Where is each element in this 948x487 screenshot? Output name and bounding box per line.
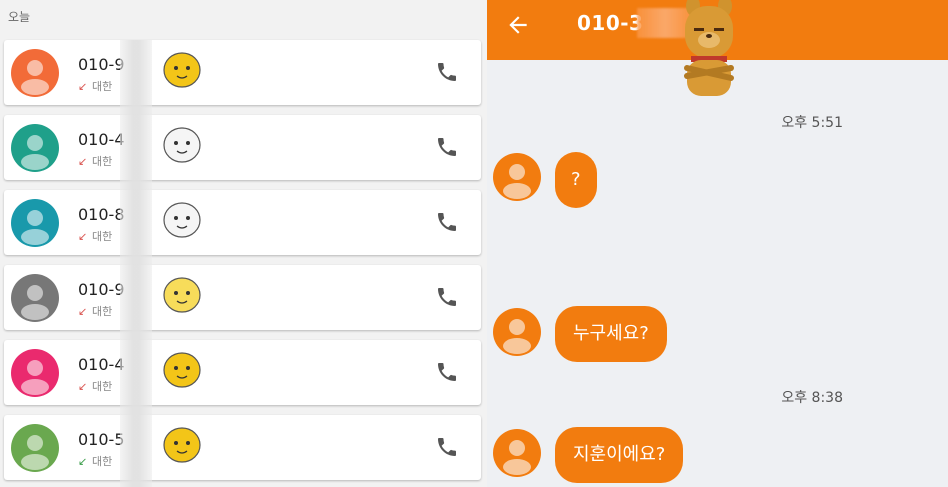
person-icon — [21, 285, 49, 320]
phone-number: 010-9 — [78, 280, 125, 299]
call-location: 대한 — [92, 455, 113, 468]
call-log-item[interactable]: 010-5 ↙ 대한 — [4, 415, 481, 480]
call-location: 대한 — [92, 80, 113, 93]
call-direction-icon: ↙ — [78, 80, 88, 93]
person-icon — [21, 135, 49, 170]
person-icon — [503, 440, 531, 475]
character-sticker — [163, 127, 201, 163]
message-bubble[interactable]: ? — [555, 152, 597, 208]
phone-number: 010-5 — [78, 430, 125, 449]
contact-avatar[interactable] — [11, 199, 59, 247]
call-location: 대한 — [92, 305, 113, 318]
section-label-today: 오늘 — [8, 10, 31, 24]
person-icon — [21, 360, 49, 395]
phone-call-icon[interactable] — [435, 435, 459, 459]
call-log-item[interactable]: 010-9 ↙ 대한 — [4, 40, 481, 105]
timestamp: 오후 5:51 — [781, 115, 843, 131]
character-sticker — [163, 202, 201, 238]
sender-avatar[interactable] — [493, 308, 541, 356]
privacy-blur — [120, 40, 152, 487]
character-sticker — [163, 427, 201, 463]
person-icon — [503, 164, 531, 199]
call-direction-icon: ↙ — [78, 380, 88, 393]
call-log-item[interactable]: 010-4 ↙ 대한 — [4, 340, 481, 405]
call-log-item[interactable]: 010-8 ↙ 대한 — [4, 190, 481, 255]
call-location: 대한 — [92, 230, 113, 243]
phone-call-icon[interactable] — [435, 60, 459, 84]
contact-avatar[interactable] — [11, 274, 59, 322]
call-meta: ↙ 대한 — [78, 303, 112, 319]
person-icon — [503, 319, 531, 354]
phone-call-icon[interactable] — [435, 285, 459, 309]
call-direction-icon: ↙ — [78, 305, 88, 318]
contact-avatar[interactable] — [11, 49, 59, 97]
call-meta: ↙ 대한 — [78, 378, 112, 394]
person-icon — [21, 435, 49, 470]
character-sticker — [163, 277, 201, 313]
call-direction-icon: ↙ — [78, 230, 88, 243]
phone-call-icon[interactable] — [435, 135, 459, 159]
call-meta: ↙ 대한 — [78, 453, 112, 469]
contact-avatar[interactable] — [11, 349, 59, 397]
message-bubble[interactable]: 지훈이에요? — [555, 427, 684, 483]
call-meta: ↙ 대한 — [78, 78, 112, 94]
phone-number: 010-4 — [78, 355, 125, 374]
phone-number: 010-4 — [78, 130, 125, 149]
message-bubble[interactable]: 누구세요? — [555, 306, 667, 362]
call-log-item[interactable]: 010-4 ↙ 대한 — [4, 115, 481, 180]
person-icon — [21, 60, 49, 95]
phone-call-icon[interactable] — [435, 210, 459, 234]
sender-avatar[interactable] — [493, 153, 541, 201]
call-location: 대한 — [92, 155, 113, 168]
chat-title: 010-3 — [577, 11, 644, 35]
back-arrow-icon[interactable] — [505, 12, 531, 38]
call-direction-icon: ↙ — [78, 455, 88, 468]
bear-sticker — [684, 0, 734, 96]
phone-number: 010-9 — [78, 55, 125, 74]
call-log-panel: 오늘 010-9 ↙ 대한 010-4 ↙ 대한 010-8 ↙ 대한 010-9 ↙ 대한 010-4… — [0, 0, 487, 487]
chat-panel: 010-3 오후 5:51 ? 누구세요? 오후 8:38 지훈이에요? — [487, 0, 948, 487]
call-direction-icon: ↙ — [78, 155, 88, 168]
phone-call-icon[interactable] — [435, 360, 459, 384]
timestamp: 오후 8:38 — [781, 390, 843, 406]
call-meta: ↙ 대한 — [78, 228, 112, 244]
person-icon — [21, 210, 49, 245]
contact-avatar[interactable] — [11, 424, 59, 472]
call-location: 대한 — [92, 380, 113, 393]
character-sticker — [163, 52, 201, 88]
call-log-item[interactable]: 010-9 ↙ 대한 — [4, 265, 481, 330]
sender-avatar[interactable] — [493, 429, 541, 477]
phone-number: 010-8 — [78, 205, 125, 224]
character-sticker — [163, 352, 201, 388]
contact-avatar[interactable] — [11, 124, 59, 172]
call-meta: ↙ 대한 — [78, 153, 112, 169]
